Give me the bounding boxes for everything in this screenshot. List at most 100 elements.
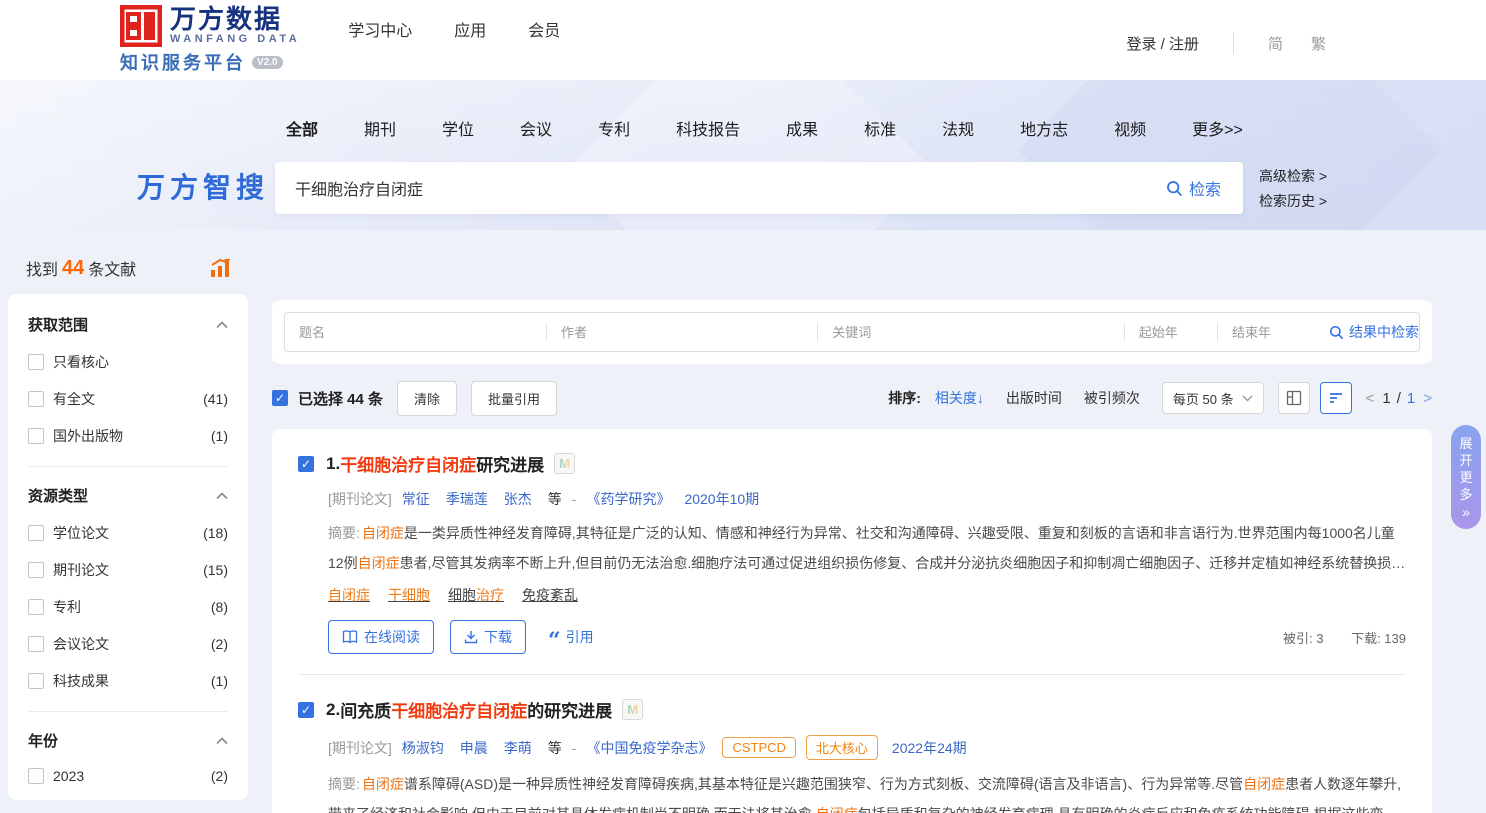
filter-checkbox[interactable] — [28, 562, 44, 578]
list-view-button[interactable] — [1320, 382, 1352, 414]
filter-item[interactable]: 2023 (2) — [28, 768, 228, 784]
search-banner: 全部期刊学位会议专利科技报告成果标准法规地方志视频更多>> 万方智搜 检索 高级… — [0, 80, 1486, 230]
expand-more-panel-button[interactable]: 展开更多 » — [1451, 425, 1481, 529]
search-type-tab[interactable]: 法规 — [942, 116, 974, 140]
issue-link[interactable]: 2022年24期 — [892, 738, 967, 758]
filter-count: (1) — [211, 673, 228, 689]
sort-option[interactable]: 出版时间 — [1006, 388, 1062, 408]
search-type-tab[interactable]: 会议 — [520, 116, 552, 140]
lang-traditional-link[interactable]: 繁 — [1311, 33, 1326, 54]
header-nav-item[interactable]: 学习中心 — [348, 17, 412, 41]
author-link[interactable]: 李萌 — [504, 738, 532, 758]
batch-cite-button[interactable]: 批量引用 — [471, 381, 557, 416]
refine-search-card: 结果中检索 — [272, 300, 1432, 364]
results-list: ✓ 1. 干细胞治疗自闭症研究进展 M [期刊论文] 常征季瑞莲张杰 等 - 《… — [272, 429, 1432, 813]
download-button[interactable]: 下载 — [450, 620, 526, 654]
journal-link[interactable]: 《中国免疫学杂志》 — [586, 738, 712, 758]
filter-item[interactable]: 科技成果 (1) — [28, 671, 228, 691]
clear-selection-button[interactable]: 清除 — [397, 381, 457, 416]
search-type-tab[interactable]: 专利 — [598, 116, 630, 140]
filter-item[interactable]: 学位论文 (18) — [28, 523, 228, 543]
filter-checkbox[interactable] — [28, 525, 44, 541]
filter-item[interactable]: 专利 (8) — [28, 597, 228, 617]
stats-chart-icon[interactable] — [210, 258, 232, 278]
filter-count: (2) — [211, 636, 228, 652]
collapse-chevron-icon[interactable] — [216, 737, 228, 745]
author-link[interactable]: 常征 — [402, 489, 430, 509]
refine-end-year-input[interactable] — [1222, 325, 1311, 340]
cite-button[interactable]: “ 引用 — [548, 627, 594, 647]
filter-item[interactable]: 国外出版物 (1) — [28, 426, 228, 446]
result-title-link[interactable]: 干细胞治疗自闭症研究进展 — [340, 451, 544, 476]
filter-item[interactable]: 有全文 (41) — [28, 389, 228, 409]
author-link[interactable]: 申晨 — [460, 738, 488, 758]
result-type-label: [期刊论文] — [328, 489, 392, 509]
search-input[interactable] — [275, 162, 1144, 214]
keyword-link[interactable]: 干细胞 — [388, 585, 430, 605]
header-nav-item[interactable]: 应用 — [454, 17, 486, 41]
filter-checkbox[interactable] — [28, 354, 44, 370]
card-view-button[interactable] — [1278, 382, 1310, 414]
author-link[interactable]: 季瑞莲 — [446, 489, 488, 509]
refine-keyword-input[interactable] — [822, 325, 1119, 340]
refine-author-input[interactable] — [551, 325, 813, 340]
search-type-tab[interactable]: 视频 — [1114, 116, 1146, 140]
filter-count: (2) — [211, 768, 228, 784]
lang-simplified-link[interactable]: 简 — [1268, 33, 1283, 54]
search-type-tab[interactable]: 更多>> — [1192, 116, 1243, 140]
journal-link[interactable]: 《药学研究》 — [586, 489, 670, 509]
header-nav-item[interactable]: 会员 — [528, 17, 560, 41]
result-checkbox[interactable]: ✓ — [298, 456, 314, 472]
author-link[interactable]: 张杰 — [504, 489, 532, 509]
refine-start-year-input[interactable] — [1129, 325, 1213, 340]
sort-option[interactable]: 被引频次 — [1084, 388, 1140, 408]
filter-checkbox[interactable] — [28, 768, 44, 784]
filter-item[interactable]: 只看核心 — [28, 352, 228, 372]
filter-checkbox[interactable] — [28, 673, 44, 689]
cited-count: 被引: 3 — [1283, 631, 1323, 646]
issue-link[interactable]: 2020年10期 — [684, 489, 759, 509]
card-view-icon — [1286, 390, 1302, 406]
search-type-tab[interactable]: 成果 — [786, 116, 818, 140]
sort-option[interactable]: 相关度↓ — [935, 388, 984, 408]
collapse-chevron-icon[interactable] — [216, 492, 228, 500]
select-all-checkbox[interactable]: ✓ — [272, 390, 288, 406]
result-checkbox[interactable]: ✓ — [298, 702, 314, 718]
keyword-link[interactable]: 细胞治疗 — [448, 585, 504, 605]
prev-page-button[interactable]: < — [1366, 390, 1375, 407]
collapse-chevron-icon[interactable] — [216, 321, 228, 329]
search-history-link[interactable]: 检索历史 > — [1259, 189, 1327, 214]
m-badge-icon[interactable]: M — [622, 699, 643, 720]
advanced-search-link[interactable]: 高级检索 > — [1259, 164, 1327, 189]
filter-checkbox[interactable] — [28, 599, 44, 615]
filter-checkbox[interactable] — [28, 428, 44, 444]
login-register-link[interactable]: 登录 / 注册 — [1126, 33, 1199, 54]
book-icon — [342, 630, 358, 644]
search-in-results-button[interactable]: 结果中检索 — [1329, 322, 1419, 342]
filter-checkbox[interactable] — [28, 391, 44, 407]
search-type-tab[interactable]: 期刊 — [364, 116, 396, 140]
filter-checkbox[interactable] — [28, 636, 44, 652]
per-page-select[interactable]: 每页 50 条 — [1162, 382, 1264, 414]
next-page-button[interactable]: > — [1423, 390, 1432, 407]
filter-item[interactable]: 期刊论文 (15) — [28, 560, 228, 580]
refine-title-input[interactable] — [289, 325, 542, 340]
keyword-link[interactable]: 免疫紊乱 — [522, 585, 578, 605]
search-type-tab[interactable]: 标准 — [864, 116, 896, 140]
wanfang-logo[interactable]: 万方数据 WANFANG DATA 知识服务平台 V2.0 — [120, 5, 300, 75]
search-type-tab[interactable]: 全部 — [286, 116, 318, 140]
search-type-tab[interactable]: 科技报告 — [676, 116, 740, 140]
filter-section: 获取范围 只看核心 有全文 — [28, 314, 228, 446]
logo-title: 万方数据 — [170, 5, 300, 33]
search-type-tab[interactable]: 学位 — [442, 116, 474, 140]
search-box: 检索 — [275, 162, 1243, 214]
search-type-tabs: 全部 期刊 学位 会议 专利 科技报告 成果 标准 法规 地方志 视频 更多>> — [0, 80, 1486, 140]
search-type-tab[interactable]: 地方志 — [1020, 116, 1068, 140]
read-online-button[interactable]: 在线阅读 — [328, 620, 434, 654]
filter-item[interactable]: 会议论文 (2) — [28, 634, 228, 654]
m-badge-icon[interactable]: M — [554, 453, 575, 474]
result-title-link[interactable]: 间充质干细胞治疗自闭症的研究进展 — [340, 697, 612, 722]
author-link[interactable]: 杨淑钧 — [402, 738, 444, 758]
search-button[interactable]: 检索 — [1144, 162, 1243, 214]
keyword-link[interactable]: 自闭症 — [328, 585, 370, 605]
